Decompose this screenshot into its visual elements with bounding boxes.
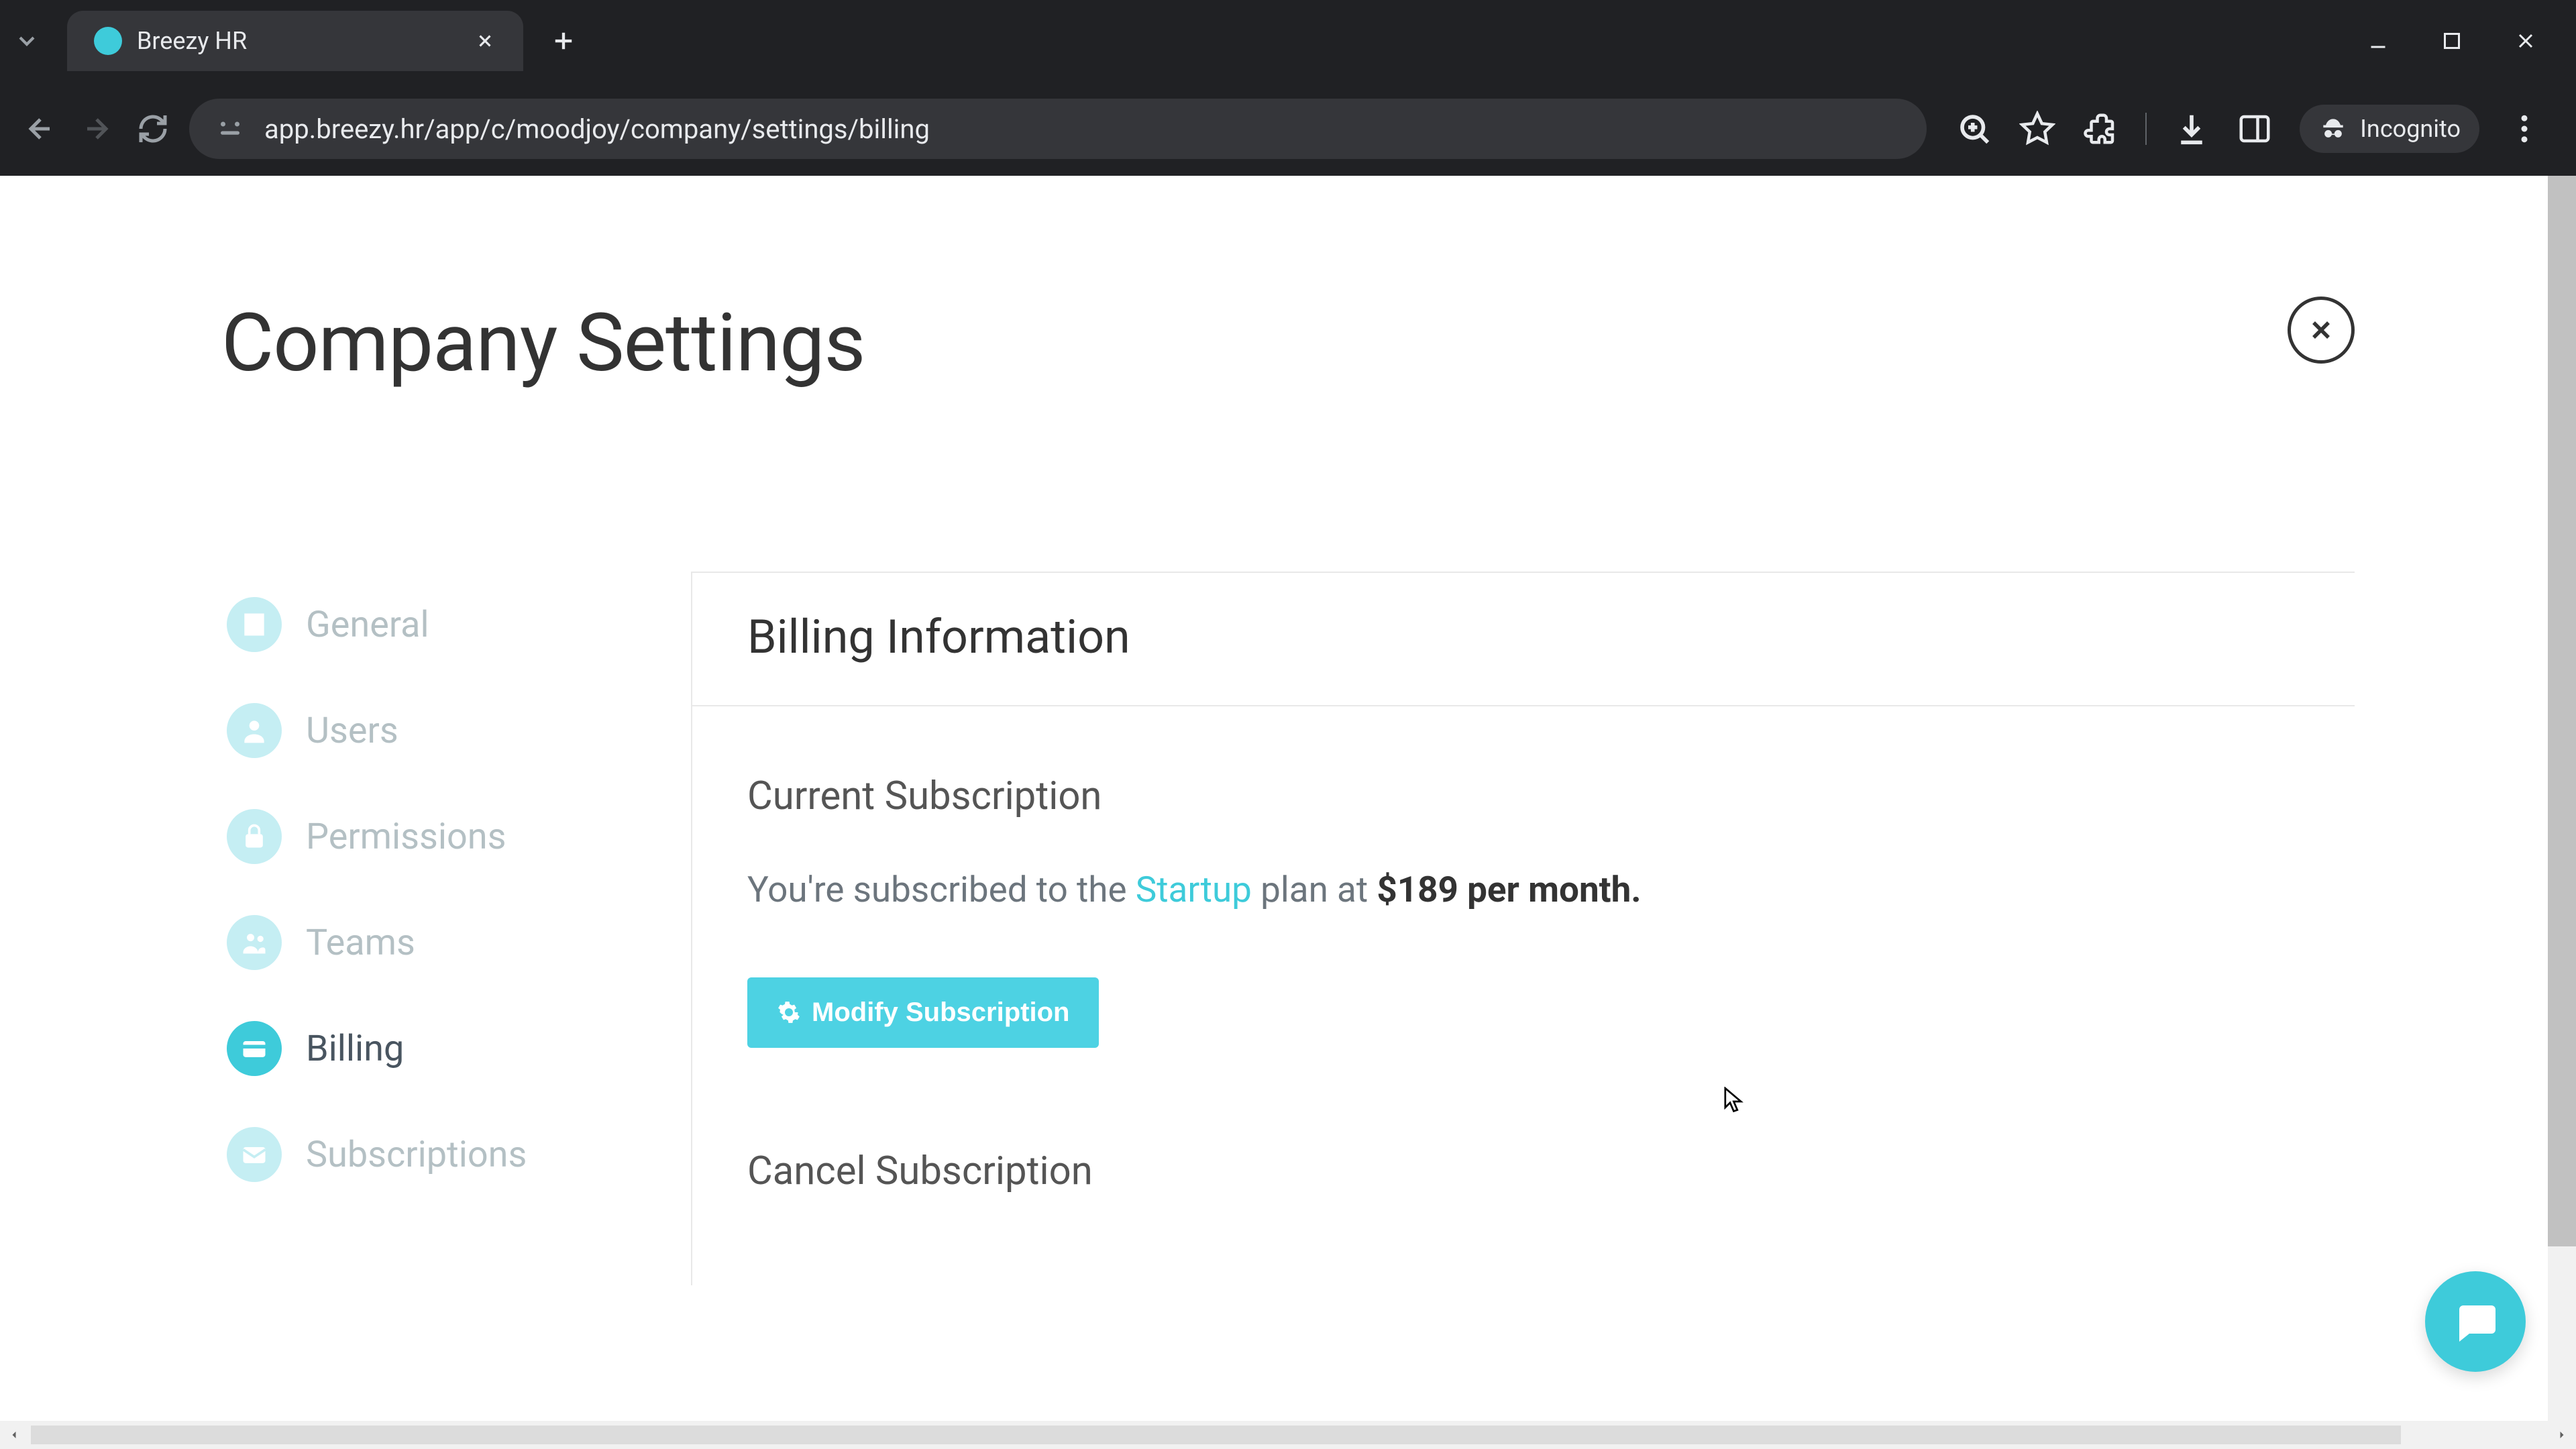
chat-widget[interactable]: [2425, 1271, 2526, 1372]
extensions-icon[interactable]: [2082, 111, 2118, 147]
menu-icon[interactable]: [2506, 111, 2542, 147]
reload-button[interactable]: [133, 109, 173, 149]
maximize-button[interactable]: [2435, 24, 2469, 58]
scroll-right-arrow[interactable]: [2548, 1421, 2576, 1449]
sidebar-label: Subscriptions: [306, 1134, 527, 1176]
back-button[interactable]: [20, 109, 60, 149]
mail-icon: [227, 1127, 282, 1182]
page-content: Company Settings General Users: [0, 176, 2576, 1449]
subscription-description: You're subscribed to the Startup plan at…: [747, 863, 2300, 917]
billing-title: Billing Information: [747, 610, 2300, 665]
new-tab-button[interactable]: [540, 17, 587, 64]
tab-favicon: [94, 27, 122, 55]
sidebar-label: Permissions: [306, 816, 506, 858]
horizontal-scrollbar[interactable]: [0, 1421, 2576, 1449]
sidebar-item-teams[interactable]: Teams: [221, 890, 644, 996]
current-subscription-section: Current Subscription You're subscribed t…: [692, 706, 2355, 1102]
user-icon: [227, 703, 282, 758]
page-title: Company Settings: [221, 297, 865, 390]
close-settings-button[interactable]: [2288, 297, 2355, 364]
address-bar: app.breezy.hr/app/c/moodjoy/company/sett…: [0, 82, 2576, 176]
sidebar-item-billing[interactable]: Billing: [221, 996, 644, 1102]
sidebar-label: Teams: [306, 922, 415, 964]
sub-prefix: You're subscribed to the: [747, 869, 1136, 910]
window-controls: [2361, 24, 2569, 58]
vertical-scrollbar[interactable]: [2548, 176, 2576, 1421]
forward-button[interactable]: [76, 109, 117, 149]
sidebar-item-permissions[interactable]: Permissions: [221, 784, 644, 890]
close-window-button[interactable]: [2509, 24, 2542, 58]
modify-label: Modify Subscription: [812, 998, 1069, 1028]
current-subscription-title: Current Subscription: [747, 773, 2300, 819]
cancel-subscription-title: Cancel Subscription: [747, 1148, 2300, 1194]
browser-chrome: Breezy HR: [0, 0, 2576, 176]
bookmark-icon[interactable]: [2019, 111, 2055, 147]
downloads-icon[interactable]: [2174, 111, 2210, 147]
scrollbar-thumb[interactable]: [2548, 176, 2576, 1246]
page-header: Company Settings: [0, 176, 2576, 458]
cancel-subscription-section: Cancel Subscription: [692, 1102, 2355, 1285]
modify-subscription-button[interactable]: Modify Subscription: [747, 977, 1099, 1048]
h-scrollbar-thumb[interactable]: [31, 1426, 2401, 1444]
browser-tab[interactable]: Breezy HR: [67, 11, 523, 71]
toolbar-divider: [2145, 113, 2147, 145]
minimize-button[interactable]: [2361, 24, 2395, 58]
scroll-left-arrow[interactable]: [0, 1421, 28, 1449]
tab-bar: Breezy HR: [0, 0, 2576, 82]
toolbar: Incognito: [1943, 105, 2556, 153]
content-header: Billing Information: [692, 573, 2355, 706]
plan-price: $189 per month.: [1377, 869, 1641, 910]
tab-close-button[interactable]: [471, 27, 499, 55]
card-icon: [227, 1021, 282, 1076]
side-panel-icon[interactable]: [2237, 111, 2273, 147]
sidebar-item-users[interactable]: Users: [221, 678, 644, 784]
sidebar-label: General: [306, 604, 429, 646]
lock-icon: [227, 809, 282, 864]
incognito-badge[interactable]: Incognito: [2300, 105, 2479, 153]
tab-title: Breezy HR: [137, 27, 456, 55]
sidebar-label: Users: [306, 710, 398, 752]
plan-name-link[interactable]: Startup: [1136, 869, 1252, 910]
gear-icon: [777, 1000, 801, 1024]
zoom-icon[interactable]: [1956, 111, 1992, 147]
main-content: Billing Information Current Subscription…: [691, 572, 2355, 1285]
url-bar[interactable]: app.breezy.hr/app/c/moodjoy/company/sett…: [189, 99, 1927, 159]
sidebar-item-subscriptions[interactable]: Subscriptions: [221, 1102, 644, 1208]
tab-search-dropdown[interactable]: [7, 21, 47, 61]
incognito-label: Incognito: [2360, 115, 2461, 143]
building-icon: [227, 597, 282, 652]
settings-sidebar: General Users Permissions Teams: [221, 572, 644, 1285]
site-settings-icon[interactable]: [216, 115, 244, 143]
sidebar-label: Billing: [306, 1028, 404, 1070]
sub-mid: plan at: [1252, 869, 1377, 910]
url-text: app.breezy.hr/app/c/moodjoy/company/sett…: [264, 113, 1900, 145]
sidebar-item-general[interactable]: General: [221, 572, 644, 678]
team-icon: [227, 915, 282, 970]
page-body: General Users Permissions Teams: [0, 458, 2576, 1285]
